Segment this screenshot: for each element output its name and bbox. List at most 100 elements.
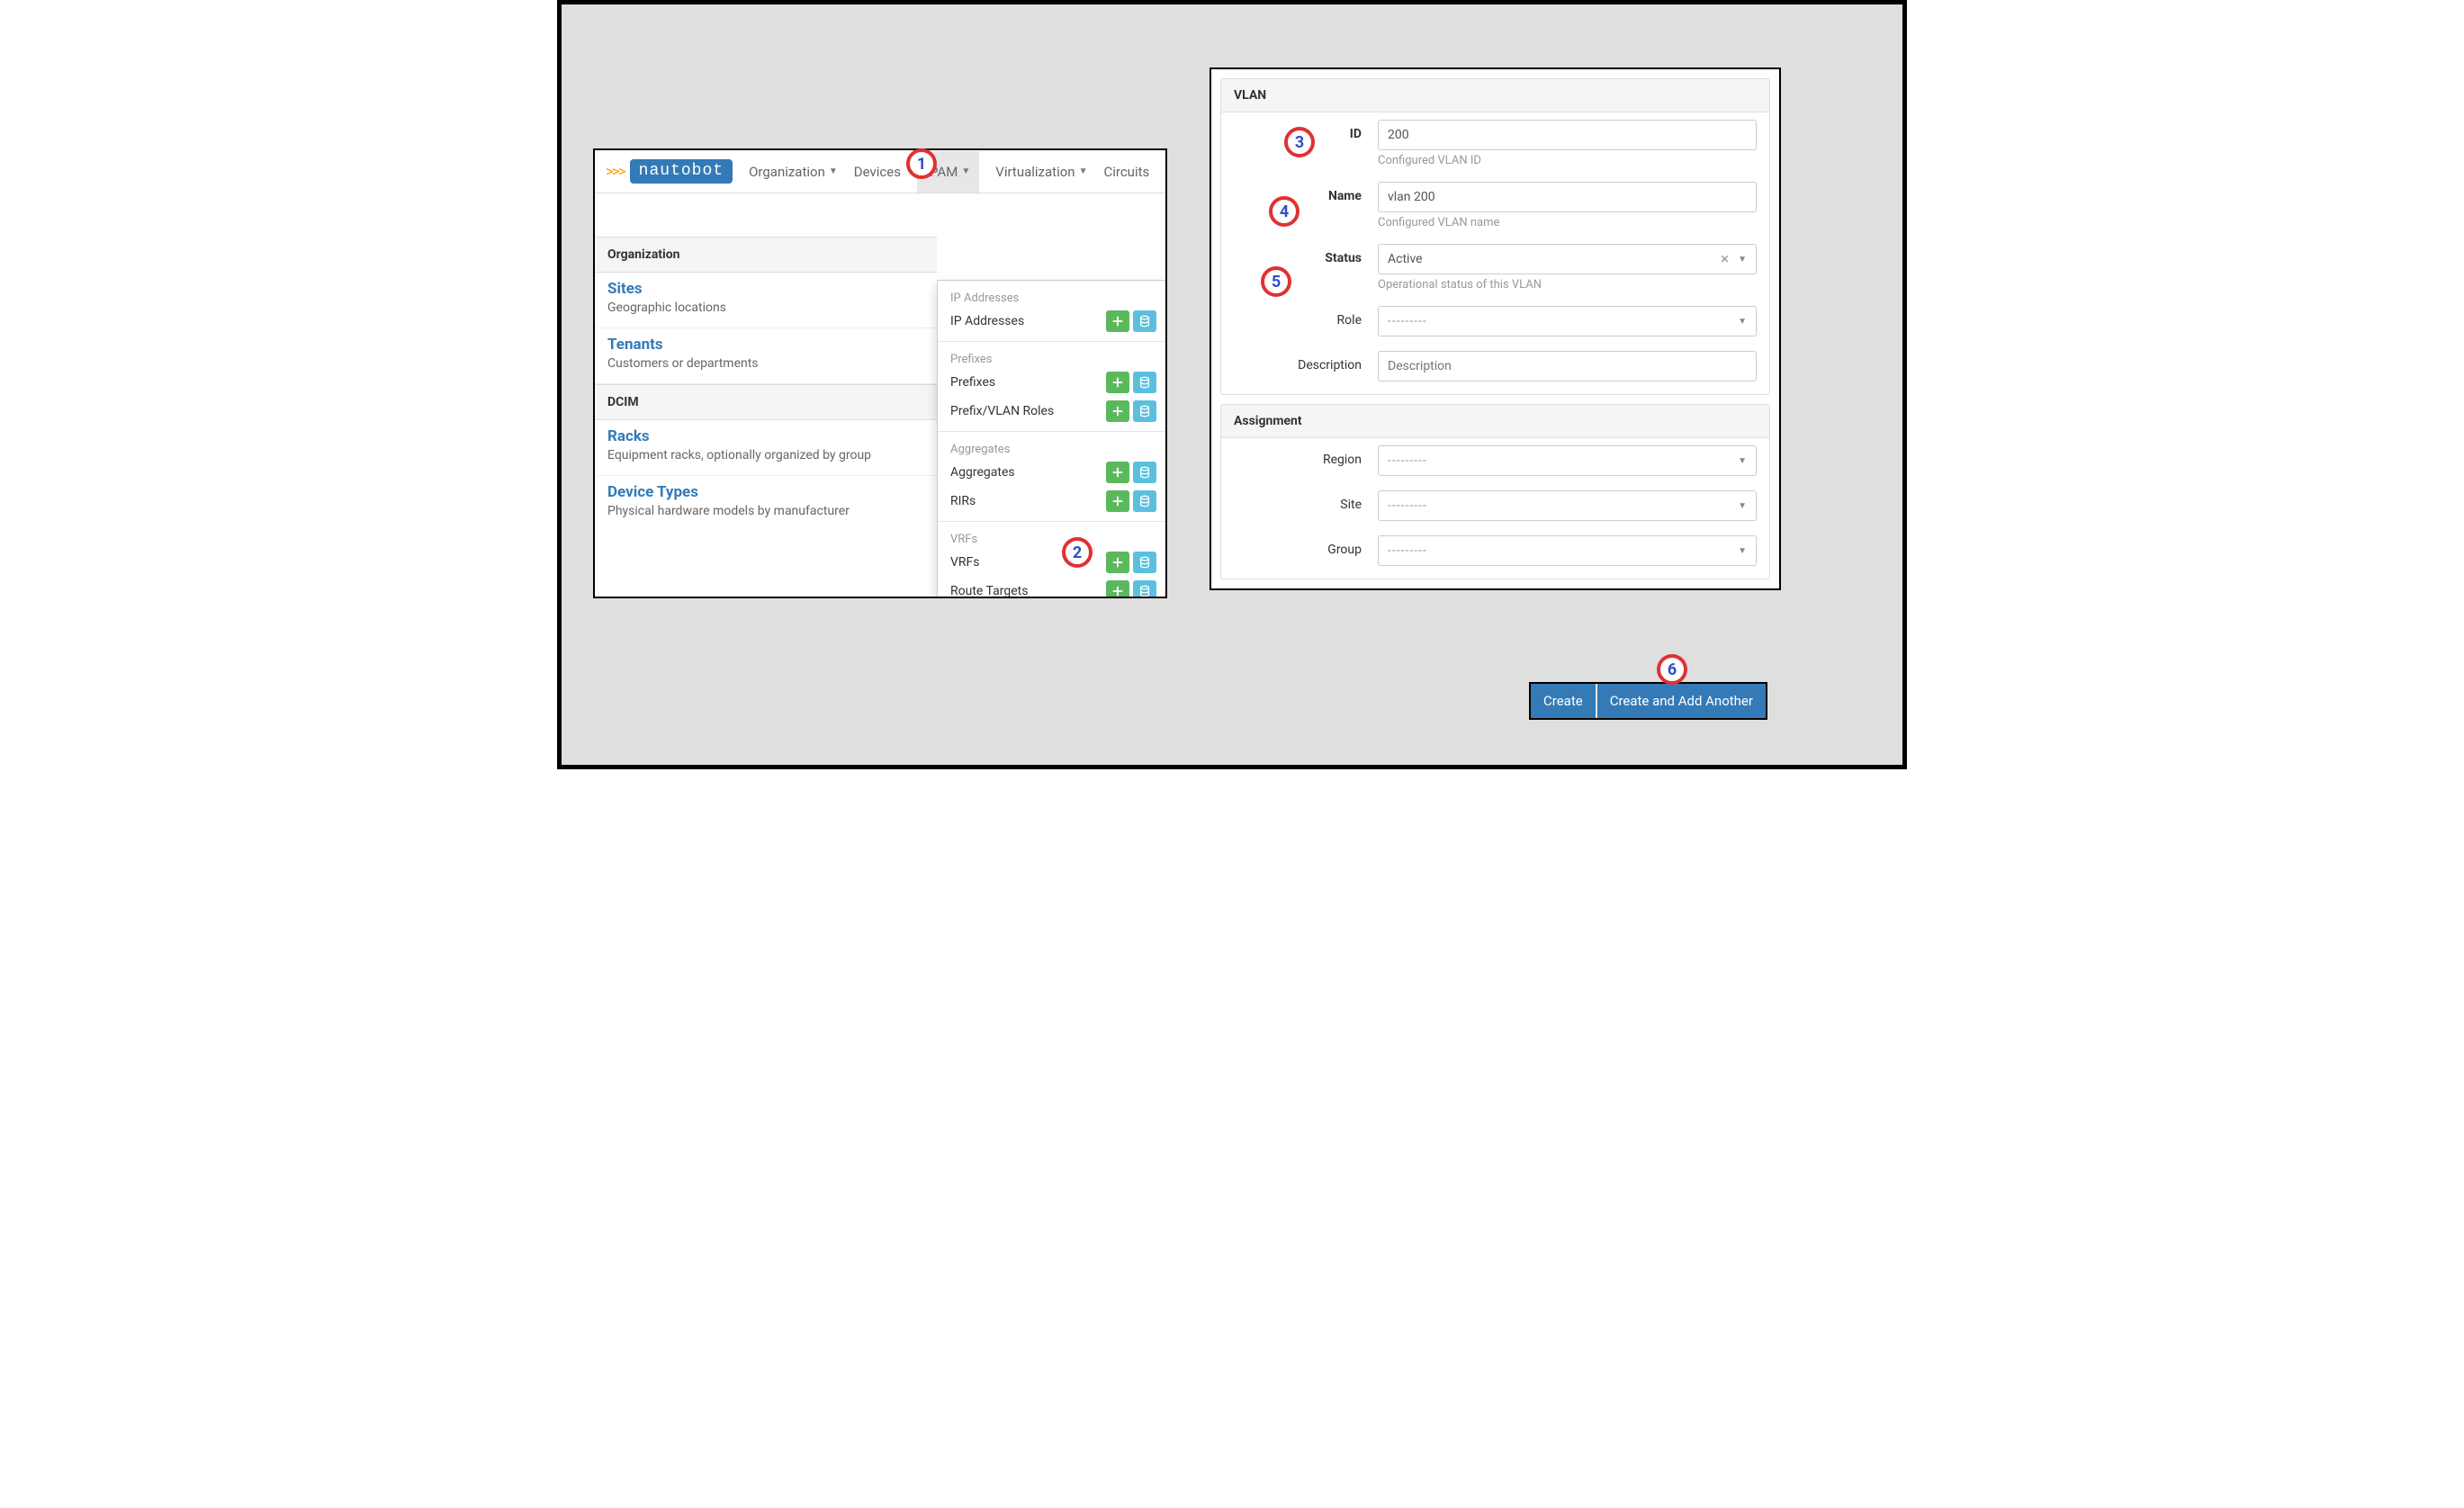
logo[interactable]: >>> nautobot (606, 159, 733, 184)
caret-down-icon: ▼ (1079, 166, 1088, 176)
database-icon (1138, 466, 1151, 479)
dd-item-rirs[interactable]: RIRs (938, 487, 1165, 516)
entry-title: Tenants (607, 336, 924, 354)
caret-down-icon: ▼ (961, 166, 970, 176)
name-label: Name (1234, 182, 1378, 203)
nav-virtualization[interactable]: Virtualization▼ (995, 164, 1087, 180)
entry-device-types[interactable]: Device Types Physical hardware models by… (595, 476, 937, 531)
add-vrfs-button[interactable] (1106, 552, 1129, 573)
database-icon (1138, 405, 1151, 417)
import-prefixes-button[interactable] (1133, 372, 1156, 393)
status-help: Operational status of this VLAN (1378, 278, 1757, 292)
dd-item-aggregates[interactable]: Aggregates (938, 458, 1165, 487)
group-label: Group (1234, 535, 1378, 557)
ipam-dropdown-menu: IP Addresses IP Addresses Prefixes Prefi… (937, 280, 1166, 598)
plus-icon (1111, 466, 1124, 479)
import-route-targets-button[interactable] (1133, 580, 1156, 598)
plus-icon (1111, 495, 1124, 507)
group-select[interactable]: --------- ▼ (1378, 535, 1757, 566)
import-vrfs-button[interactable] (1133, 552, 1156, 573)
database-icon (1138, 495, 1151, 507)
entry-title: Sites (607, 280, 924, 298)
caret-down-icon: ▼ (829, 166, 838, 176)
import-aggregates-button[interactable] (1133, 462, 1156, 483)
name-input[interactable] (1378, 182, 1757, 212)
add-route-targets-button[interactable] (1106, 580, 1129, 598)
assignment-panel-title: Assignment (1221, 405, 1769, 438)
import-prefix-vlan-roles-button[interactable] (1133, 400, 1156, 422)
dd-group-vrfs: VRFs (938, 527, 1165, 548)
plus-icon (1111, 315, 1124, 328)
region-label: Region (1234, 445, 1378, 467)
logo-chevrons: >>> (606, 163, 625, 181)
add-ip-addresses-button[interactable] (1106, 310, 1129, 332)
role-select[interactable]: --------- ▼ (1378, 306, 1757, 337)
region-select[interactable]: --------- ▼ (1378, 445, 1757, 476)
dd-group-aggregates: Aggregates (938, 437, 1165, 458)
dd-item-route-targets[interactable]: Route Targets (938, 577, 1165, 598)
entry-title: Device Types (607, 483, 924, 501)
caret-down-icon: ▼ (1738, 456, 1747, 466)
section-header-dcim: DCIM (595, 384, 937, 420)
add-prefixes-button[interactable] (1106, 372, 1129, 393)
entry-racks[interactable]: Racks Equipment racks, optionally organi… (595, 420, 937, 476)
callout-4: 4 (1269, 196, 1299, 227)
caret-down-icon: ▼ (1738, 546, 1747, 556)
nav-circuits[interactable]: Circuits (1103, 164, 1149, 180)
nav-devices[interactable]: Devices (854, 164, 901, 180)
callout-2: 2 (1062, 537, 1093, 568)
role-placeholder: --------- (1388, 314, 1427, 328)
dd-group-ip-addresses: IP Addresses (938, 286, 1165, 307)
plus-icon (1111, 585, 1124, 597)
description-input[interactable] (1378, 351, 1757, 381)
id-input[interactable] (1378, 120, 1757, 150)
import-rirs-button[interactable] (1133, 490, 1156, 512)
section-header-organization: Organization (595, 237, 937, 273)
entry-sites[interactable]: Sites Geographic locations (595, 273, 937, 328)
add-aggregates-button[interactable] (1106, 462, 1129, 483)
status-value: Active (1388, 252, 1423, 266)
callout-5: 5 (1261, 266, 1291, 297)
database-icon (1138, 376, 1151, 389)
site-label: Site (1234, 490, 1378, 512)
assignment-form-panel: Assignment Region --------- ▼ Site -----… (1220, 404, 1770, 579)
nav-organization[interactable]: Organization▼ (749, 164, 838, 180)
add-rirs-button[interactable] (1106, 490, 1129, 512)
callout-1: 1 (906, 148, 937, 179)
name-help: Configured VLAN name (1378, 216, 1757, 229)
description-label: Description (1234, 351, 1378, 373)
navbar: >>> nautobot Organization▼ Devices IPAM▼… (595, 150, 1165, 193)
status-label: Status (1234, 244, 1378, 265)
region-placeholder: --------- (1388, 453, 1427, 468)
clear-status-icon[interactable]: × (1721, 250, 1729, 268)
vlan-form-panel: VLAN ID Configured VLAN ID Name Configur… (1220, 78, 1770, 395)
entry-desc: Geographic locations (607, 301, 924, 315)
plus-icon (1111, 376, 1124, 389)
add-prefix-vlan-roles-button[interactable] (1106, 400, 1129, 422)
create-add-another-button[interactable]: Create and Add Another (1596, 684, 1766, 718)
import-ip-addresses-button[interactable] (1133, 310, 1156, 332)
role-label: Role (1234, 306, 1378, 328)
caret-down-icon: ▼ (1738, 317, 1747, 327)
dd-group-prefixes: Prefixes (938, 347, 1165, 368)
id-help: Configured VLAN ID (1378, 154, 1757, 167)
site-placeholder: --------- (1388, 498, 1427, 513)
entry-desc: Customers or departments (607, 356, 924, 371)
create-button[interactable]: Create (1531, 684, 1596, 718)
group-placeholder: --------- (1388, 543, 1427, 558)
entry-tenants[interactable]: Tenants Customers or departments (595, 328, 937, 384)
callout-3: 3 (1284, 127, 1315, 157)
entry-desc: Physical hardware models by manufacturer (607, 504, 924, 518)
callout-6: 6 (1657, 654, 1687, 685)
caret-down-icon: ▼ (1738, 255, 1747, 265)
dd-item-vrfs[interactable]: VRFs (938, 548, 1165, 577)
database-icon (1138, 556, 1151, 569)
dd-item-ip-addresses[interactable]: IP Addresses (938, 307, 1165, 336)
site-select[interactable]: --------- ▼ (1378, 490, 1757, 521)
dd-item-prefix-vlan-roles[interactable]: Prefix/VLAN Roles (938, 397, 1165, 426)
plus-icon (1111, 405, 1124, 417)
dd-item-prefixes[interactable]: Prefixes (938, 368, 1165, 397)
caret-down-icon: ▼ (1738, 501, 1747, 511)
status-select[interactable]: Active × ▼ (1378, 244, 1757, 274)
form-buttons: Create Create and Add Another (1529, 682, 1767, 720)
